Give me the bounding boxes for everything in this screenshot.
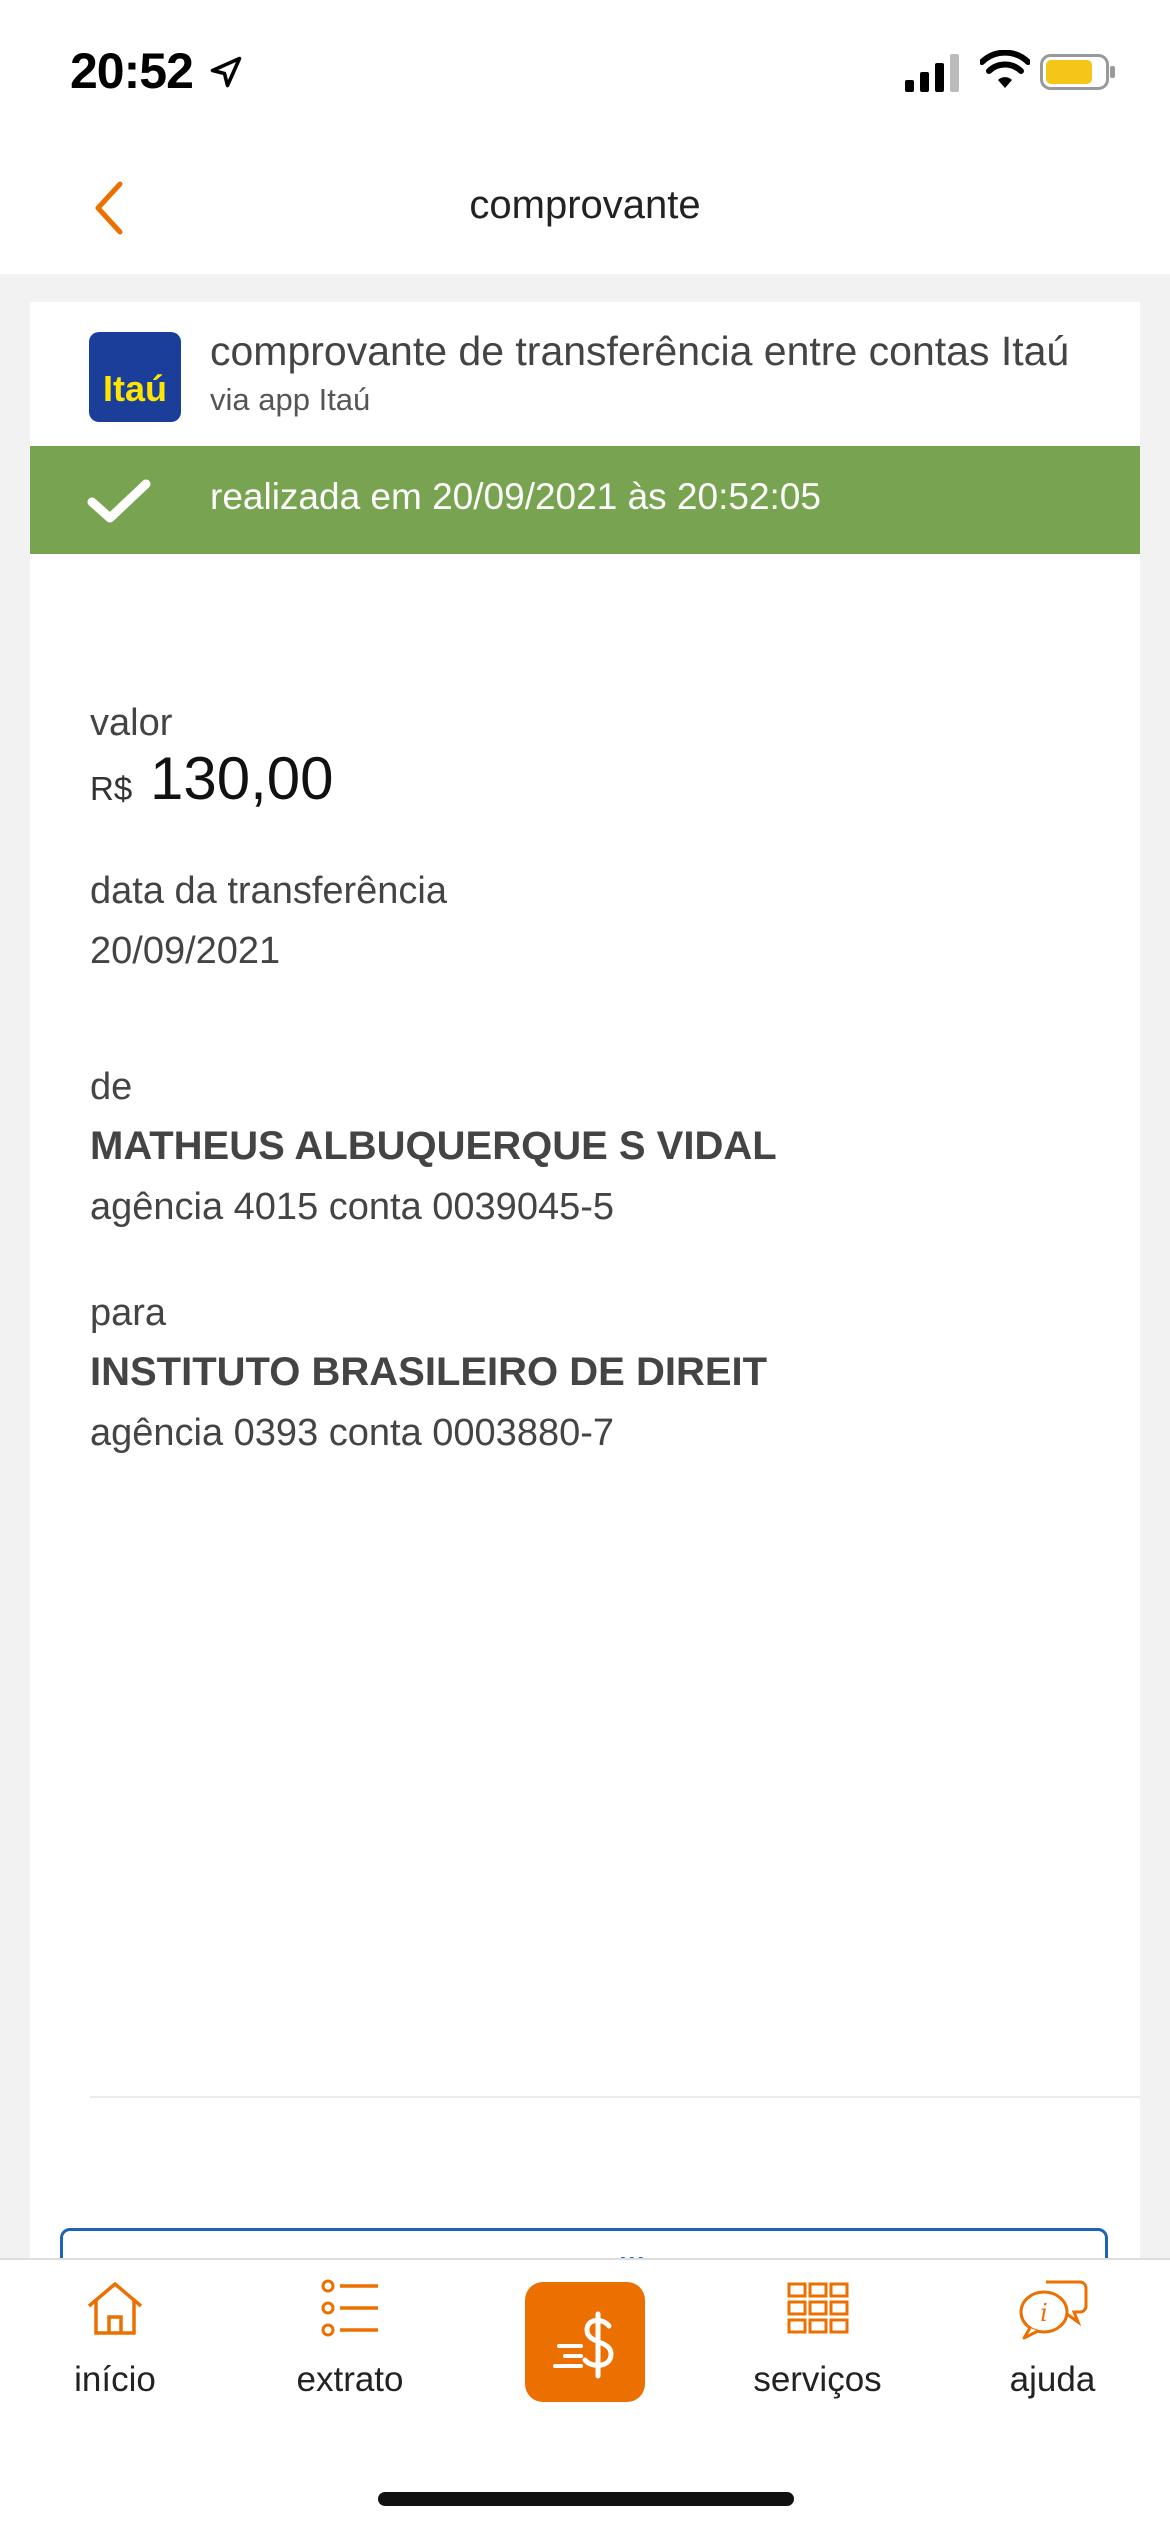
tab-label-inicio: início	[74, 2360, 156, 2399]
amount-value: 130,00	[150, 745, 334, 812]
tab-ajuda[interactable]: i ajuda	[990, 2276, 1115, 2436]
help-chat-icon: i	[1019, 2280, 1087, 2340]
svg-text:i: i	[1040, 2299, 1048, 2327]
to-account: agência 0393 conta 0003880-7	[90, 1412, 615, 1454]
tab-inicio[interactable]: início	[55, 2276, 175, 2436]
battery-icon	[1040, 54, 1115, 90]
tab-label-ajuda: ajuda	[1009, 2360, 1096, 2399]
tab-servicos[interactable]: serviços	[740, 2276, 895, 2436]
location-arrow-icon	[210, 56, 242, 88]
receipt-subtitle: via app Itaú	[210, 382, 371, 417]
amount-label: valor	[90, 702, 173, 744]
to-label: para	[90, 1292, 167, 1334]
date-label: data da transferência	[90, 870, 448, 912]
receipt-card	[30, 302, 1140, 2302]
tab-label-servicos: serviços	[753, 2360, 882, 2399]
currency-symbol: R$	[90, 770, 133, 807]
to-name: INSTITUTO BRASILEIRO DE DIREIT	[90, 1350, 768, 1394]
status-time: 20:52	[70, 43, 194, 99]
transfer-button[interactable]	[525, 2282, 645, 2402]
wifi-icon	[980, 50, 1030, 88]
logo-text: Itaú	[102, 368, 167, 409]
from-account: agência 4015 conta 0039045-5	[90, 1186, 615, 1228]
date-value: 20/09/2021	[90, 930, 281, 972]
checkmark-icon	[87, 479, 151, 523]
home-indicator	[378, 2492, 794, 2506]
home-icon	[87, 2282, 143, 2335]
from-label: de	[90, 1066, 133, 1108]
transfer-money-icon	[553, 2311, 614, 2379]
from-name: MATHEUS ALBUQUERQUE S VIDAL	[90, 1124, 777, 1168]
cellular-signal-icon	[905, 54, 959, 92]
page-title: comprovante	[469, 183, 701, 227]
tab-extrato[interactable]: extrato	[275, 2276, 425, 2436]
receipt-title: comprovante de transferência entre conta…	[210, 328, 1070, 374]
status-text: realizada em 20/09/2021 às 20:52:05	[210, 476, 821, 517]
tab-label-extrato: extrato	[296, 2360, 404, 2399]
itau-logo: Itaú	[89, 332, 181, 422]
divider	[90, 2096, 1140, 2098]
grid-icon	[787, 2282, 848, 2334]
list-icon	[321, 2279, 378, 2337]
